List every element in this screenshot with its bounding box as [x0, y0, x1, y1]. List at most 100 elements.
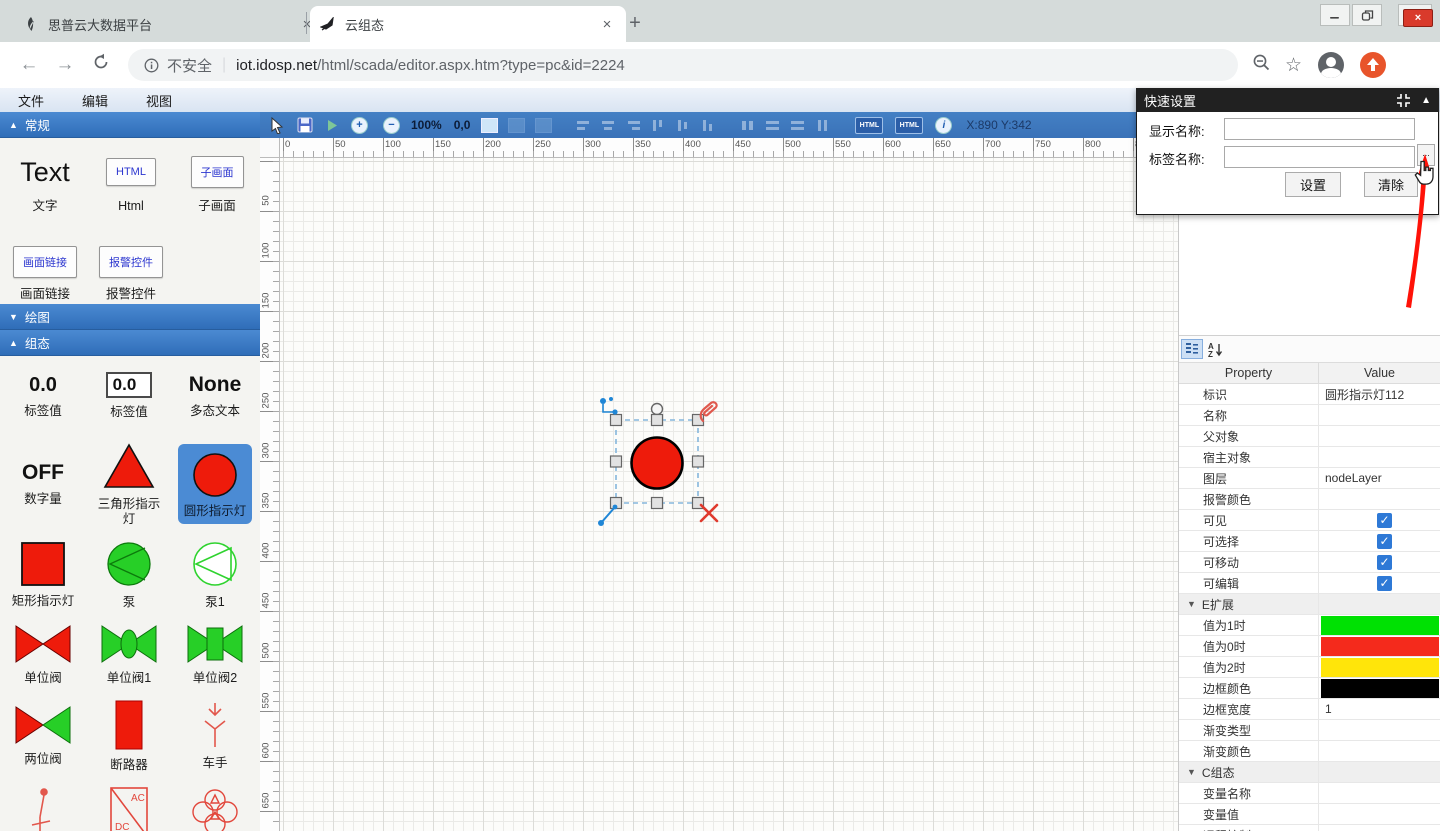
property-row[interactable]: 边框宽度1 [1179, 699, 1440, 720]
color-swatch[interactable] [1321, 658, 1439, 677]
color-swatch[interactable] [1321, 679, 1439, 698]
palette-item-valve1[interactable]: 单位阀1 [88, 616, 170, 694]
link-line-icon[interactable] [598, 505, 617, 526]
palette-item-screen-link[interactable]: 画面链接 画面链接 [4, 244, 86, 302]
property-row[interactable]: 图层nodeLayer [1179, 468, 1440, 489]
info-icon[interactable] [144, 58, 159, 73]
property-value[interactable]: 1 [1325, 702, 1332, 716]
palette-item-circle-indicator[interactable]: 圆形指示灯 [174, 434, 256, 534]
alphabetical-sort-button[interactable]: A Z [1205, 339, 1227, 359]
property-column-header[interactable]: Property [1179, 363, 1319, 383]
categorized-view-button[interactable] [1181, 339, 1203, 359]
palette-item-html[interactable]: HTML Html [90, 152, 172, 214]
delete-icon[interactable] [701, 505, 717, 521]
palette-item-digital[interactable]: OFF 数字量 [2, 434, 84, 534]
connector-tool-icon[interactable] [600, 397, 618, 415]
color-swatch[interactable] [1321, 616, 1439, 635]
property-row[interactable]: 变量值 [1179, 804, 1440, 825]
property-group-row[interactable]: ▼C组态 [1179, 762, 1440, 783]
checkbox-checked[interactable]: ✓ [1377, 513, 1392, 528]
property-row[interactable]: 值为0时 [1179, 636, 1440, 657]
property-value[interactable]: nodeLayer [1325, 471, 1382, 485]
new-tab-button[interactable]: + [622, 10, 648, 36]
window-restore-button[interactable] [1352, 4, 1382, 26]
property-group-row[interactable]: ▼E扩展 [1179, 594, 1440, 615]
palette-item-triangle-indicator[interactable]: 三角形指示灯 [88, 434, 170, 534]
rotate-handle[interactable] [652, 404, 663, 415]
palette-item-pump1[interactable]: 泵1 [174, 534, 256, 616]
palette-item-two-way-valve[interactable]: 两位阀 [2, 694, 84, 778]
palette-item-valve[interactable]: 单位阀 [2, 616, 84, 694]
palette-item-rect-indicator[interactable]: 矩形指示灯 [2, 534, 84, 616]
reload-button[interactable] [90, 53, 112, 77]
palette-item-pump[interactable]: 泵 [88, 534, 170, 616]
property-row[interactable]: 变量名称 [1179, 783, 1440, 804]
quick-settings-header[interactable]: 快速设置 ▲ [1136, 88, 1439, 112]
clear-button[interactable]: 清除 [1364, 172, 1418, 197]
circle-indicator-object[interactable] [632, 438, 683, 489]
collapse-triangle-icon[interactable]: ▼ [1187, 599, 1196, 609]
property-row[interactable]: 报警颜色 [1179, 489, 1440, 510]
tab-close-icon[interactable]: × [598, 16, 616, 33]
palette-item-alarm-control[interactable]: 报警控件 报警控件 [90, 244, 172, 302]
menu-edit[interactable]: 编辑 [82, 91, 108, 110]
palette-section-drawing[interactable]: ▼ 绘图 [0, 304, 260, 330]
browser-tab-inactive[interactable]: 思普云大数据平台 × [14, 6, 326, 42]
palette-item-tag-value-boxed[interactable]: 0.0 标签值 [88, 358, 170, 434]
tag-name-input[interactable] [1224, 146, 1415, 168]
checkbox-checked[interactable]: ✓ [1377, 576, 1392, 591]
palette-item-subscreen[interactable]: 子画面 子画面 [176, 152, 258, 214]
value-column-header[interactable]: Value [1319, 363, 1440, 383]
menu-file[interactable]: 文件 [18, 91, 44, 110]
property-row[interactable]: 远程控制 [1179, 825, 1440, 831]
palette-item-breaker[interactable]: 断路器 [88, 694, 170, 778]
tag-browse-button[interactable]: ... [1417, 144, 1435, 166]
property-row[interactable]: 边框颜色 [1179, 678, 1440, 699]
property-row[interactable]: 父对象 [1179, 426, 1440, 447]
forward-button[interactable]: → [54, 54, 76, 76]
export-html2-button[interactable]: HTML [895, 117, 923, 134]
select-cursor-tool[interactable] [270, 117, 284, 134]
palette-item-multistate-text[interactable]: None 多态文本 [174, 358, 256, 434]
canvas-settings-icon[interactable] [481, 118, 498, 133]
zoom-in-button[interactable]: + [351, 117, 368, 134]
palette-item-pt[interactable]: PT [174, 778, 256, 831]
url-field[interactable]: 不安全 | iot.idosp.net/html/scada/editor.as… [128, 49, 1238, 81]
save-button[interactable] [297, 117, 313, 133]
design-canvas[interactable] [280, 158, 1178, 831]
collapse-panel-icon[interactable]: ▲ [1421, 95, 1431, 106]
property-row[interactable]: 可选择✓ [1179, 531, 1440, 552]
checkbox-checked[interactable]: ✓ [1377, 534, 1392, 549]
property-row[interactable]: 名称 [1179, 405, 1440, 426]
palette-item-tag-value[interactable]: 0.0 标签值 [2, 358, 84, 434]
palette-item-knife-switch[interactable]: 刀闸 [2, 778, 84, 831]
zoom-out-button[interactable]: − [383, 117, 400, 134]
menu-view[interactable]: 视图 [146, 91, 172, 110]
palette-item-valve2[interactable]: 单位阀2 [174, 616, 256, 694]
property-value[interactable]: 圆形指示灯112 [1325, 386, 1404, 403]
property-row[interactable]: 渐变类型 [1179, 720, 1440, 741]
palette-section-general[interactable]: ▲ 常规 [0, 112, 260, 138]
property-row[interactable]: 渐变颜色 [1179, 741, 1440, 762]
info-button[interactable]: i [935, 117, 952, 134]
property-row[interactable]: 可见✓ [1179, 510, 1440, 531]
display-name-input[interactable] [1224, 118, 1415, 140]
export-html-button[interactable]: HTML [855, 117, 883, 134]
color-swatch[interactable] [1321, 637, 1439, 656]
checkbox-checked[interactable]: ✓ [1377, 555, 1392, 570]
palette-item-text[interactable]: Text 文字 [4, 152, 86, 214]
collapse-triangle-icon[interactable]: ▼ [1187, 767, 1196, 777]
property-row[interactable]: 可移动✓ [1179, 552, 1440, 573]
back-button[interactable]: ← [18, 54, 40, 76]
palette-item-inverter[interactable]: AC DC 逆变器 [88, 778, 170, 831]
property-row[interactable]: 可编辑✓ [1179, 573, 1440, 594]
property-row[interactable]: 标识圆形指示灯112 [1179, 384, 1440, 405]
property-row[interactable]: 值为2时 [1179, 657, 1440, 678]
browser-update-icon[interactable] [1360, 52, 1386, 78]
run-preview-button[interactable] [326, 119, 338, 132]
profile-avatar[interactable] [1318, 52, 1344, 78]
zoom-out-page-icon[interactable] [1252, 53, 1271, 77]
window-minimize-button[interactable] [1320, 4, 1350, 26]
set-button[interactable]: 设置 [1285, 172, 1341, 197]
palette-item-pantograph[interactable]: 车手 [174, 694, 256, 778]
